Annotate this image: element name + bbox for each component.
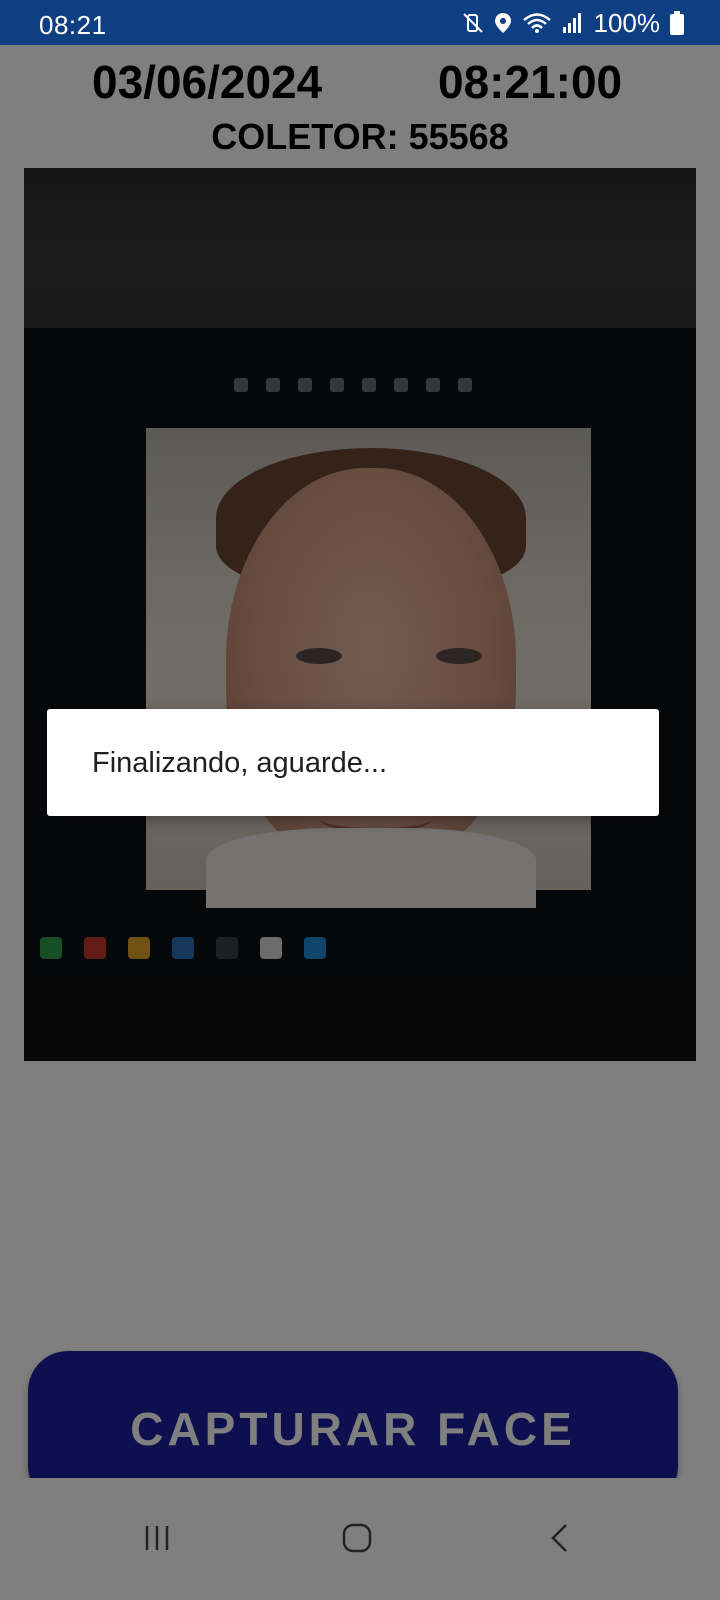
status-bar: 08:21 100% <box>0 0 720 45</box>
mute-vibrate-icon <box>462 12 484 34</box>
modal-scrim <box>0 45 720 1600</box>
location-icon <box>494 12 512 34</box>
dialog-message: Finalizando, aguarde... <box>92 747 388 779</box>
wifi-icon <box>522 12 552 34</box>
battery-icon <box>670 11 684 35</box>
status-icons: 100% <box>462 7 684 38</box>
battery-percent: 100% <box>593 7 661 38</box>
progress-dialog: Finalizando, aguarde... <box>47 709 659 816</box>
signal-icon <box>562 12 582 34</box>
status-time: 08:21 <box>39 10 107 40</box>
